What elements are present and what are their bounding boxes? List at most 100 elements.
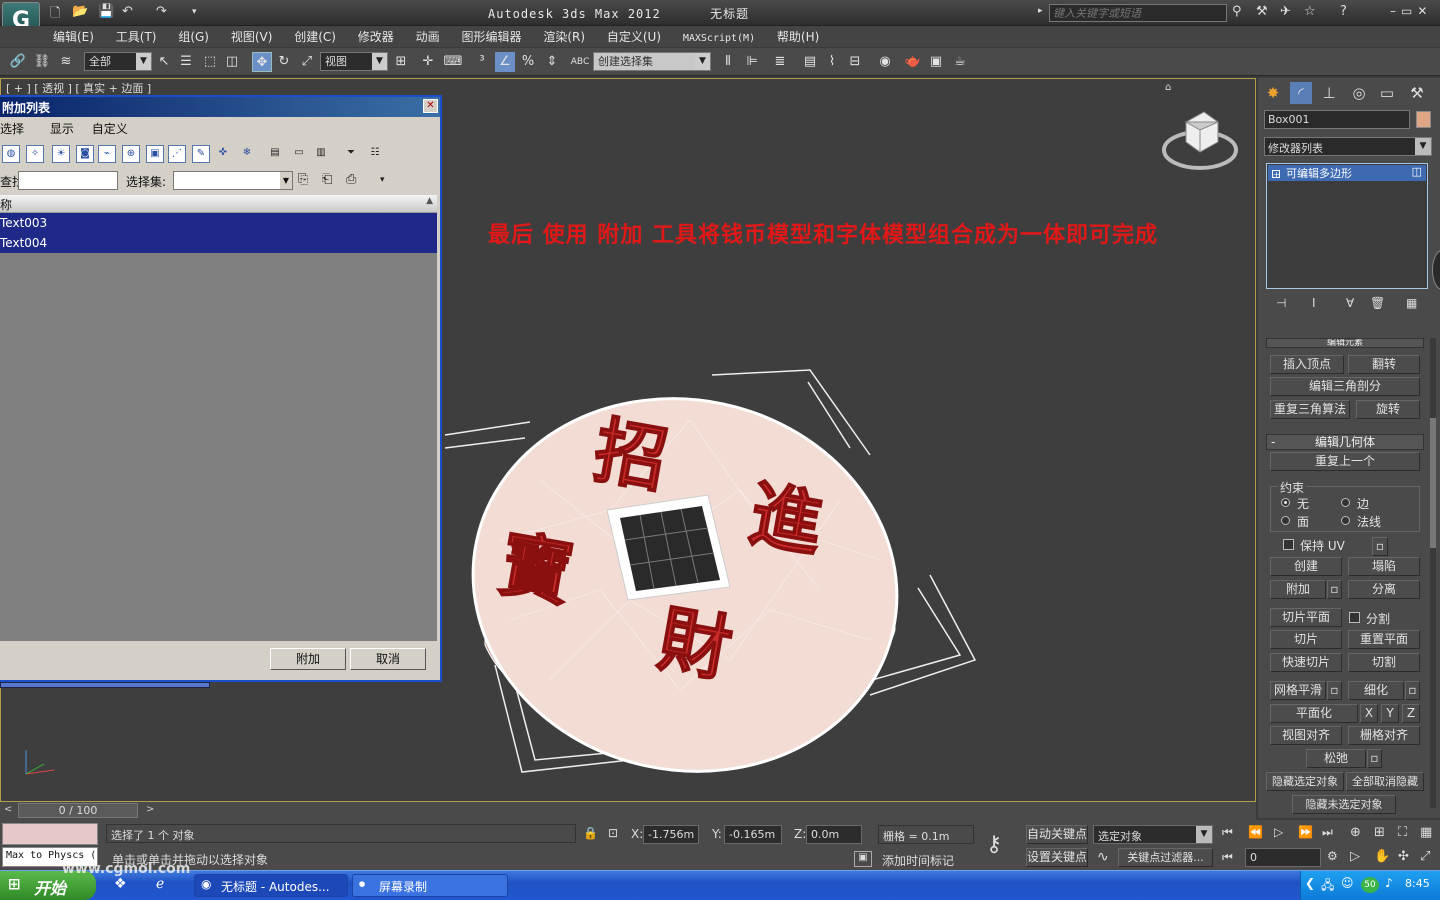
menu-views[interactable]: 视图(V)	[222, 26, 282, 47]
window-crossing-icon[interactable]: ◫	[222, 52, 242, 72]
constraint-none-radio[interactable]	[1281, 498, 1290, 507]
selset-edit-icon[interactable]: ⎘	[298, 172, 308, 187]
save-icon[interactable]: 💾	[98, 4, 114, 19]
flip-button[interactable]: 翻转	[1348, 355, 1420, 374]
detach-button[interactable]: 分离	[1348, 580, 1420, 599]
snaps-toggle-icon[interactable]: ³	[472, 52, 492, 72]
containers-filter-icon[interactable]: ✜	[214, 145, 232, 163]
select-object-icon[interactable]: ↖	[154, 52, 174, 72]
material-editor-icon[interactable]: ◉	[875, 52, 895, 72]
grid-align-button[interactable]: 栅格对齐	[1348, 726, 1420, 745]
stack-item-editable-poly[interactable]: + 可编辑多边形 ◫	[1268, 165, 1426, 181]
spinner-snap-icon[interactable]: ⇕	[542, 52, 562, 72]
rollout-edit-geometry[interactable]: - 编辑几何体	[1266, 434, 1424, 450]
field-of-view-icon[interactable]: ▷	[1350, 849, 1360, 864]
select-move-icon[interactable]: ✥	[252, 52, 272, 72]
cameras-filter-icon[interactable]: ◙	[76, 145, 94, 163]
binoculars-icon[interactable]: ⚲	[1232, 4, 1242, 19]
redo-icon[interactable]: ↷	[156, 4, 167, 19]
render-production-icon[interactable]: ☕	[950, 52, 970, 72]
edit-named-sel-icon[interactable]: ABC	[570, 52, 590, 72]
taskbar-3dsmax[interactable]: ◉ 无标题 - Autodes...	[194, 874, 348, 897]
cut-button[interactable]: 切割	[1348, 653, 1420, 672]
slice-plane-button[interactable]: 切片平面	[1270, 608, 1342, 627]
zoom-all-icon[interactable]: ⊞	[1374, 825, 1385, 840]
remove-modifier-icon[interactable]: 🗑	[1370, 296, 1385, 310]
bind-spacewarp-icon[interactable]: ≋	[56, 52, 76, 72]
modify-tab-icon[interactable]: ◜	[1290, 82, 1312, 104]
command-panel-scrollbar[interactable]	[1430, 338, 1436, 808]
volume-icon[interactable]: ♪	[1385, 876, 1393, 890]
split-checkbox[interactable]	[1349, 612, 1360, 623]
selset-remove-icon[interactable]: ⎙	[346, 172, 356, 187]
curve-editor-icon[interactable]: ⌇	[822, 52, 842, 72]
expand-arrow-icon[interactable]: ▸	[1038, 6, 1043, 16]
helpers-filter-icon[interactable]: ⌁	[98, 145, 116, 163]
turn-button[interactable]: 旋转	[1356, 400, 1420, 419]
key-mode-dropdown[interactable]: 选定对象 ▼	[1093, 825, 1213, 844]
align-icon[interactable]: ⊫	[742, 52, 762, 72]
relax-button[interactable]: 松弛	[1306, 749, 1366, 768]
modifier-list-dropdown[interactable]: 修改器列表 ▼	[1264, 137, 1432, 156]
open-file-icon[interactable]: 📂	[72, 4, 88, 19]
find-input[interactable]	[18, 171, 118, 190]
unhide-all-button[interactable]: 全部取消隐藏	[1346, 772, 1424, 791]
menu-modifiers[interactable]: 修改器	[349, 26, 403, 47]
next-key-icon[interactable]: ⏩	[1298, 825, 1313, 839]
new-file-icon[interactable]: 🗋	[50, 4, 60, 26]
graphite-icon[interactable]: ▤	[800, 52, 820, 72]
select-invert-icon[interactable]: ▥	[312, 145, 330, 163]
unlink-icon[interactable]: ⛓	[32, 52, 52, 72]
tessellate-button[interactable]: 细化	[1348, 681, 1404, 700]
coin-model[interactable]: 招 進 財 寶	[440, 360, 1000, 790]
reference-coord-dropdown[interactable]: 视图 ▼	[320, 52, 388, 71]
set-key-button[interactable]: 设置关键点	[1026, 848, 1088, 867]
planar-x-button[interactable]: X	[1360, 704, 1378, 723]
menu-edit[interactable]: 编辑(E)	[44, 26, 103, 47]
current-frame-field[interactable]: 0	[1245, 848, 1321, 867]
percent-snap-icon[interactable]: %	[518, 52, 538, 72]
planar-y-button[interactable]: Y	[1381, 704, 1399, 723]
angle-snap-icon[interactable]: ∠	[495, 52, 515, 72]
zoom-extents-icon[interactable]: ⛶	[1398, 825, 1407, 840]
star-icon[interactable]: ☆	[1304, 4, 1316, 19]
attach-ok-button[interactable]: 附加	[270, 648, 346, 670]
attach-list-button[interactable]: ▫	[1327, 580, 1342, 599]
create-button[interactable]: 创建	[1270, 557, 1342, 576]
keyboard-shortcut-icon[interactable]: ⌨	[443, 52, 463, 72]
spacewarps-filter-icon[interactable]: ⊕	[122, 145, 140, 163]
frozen-filter-icon[interactable]: ❄	[238, 145, 256, 163]
hierarchy-tab-icon[interactable]: ⊥	[1318, 82, 1340, 104]
xrefs-filter-icon[interactable]: ⋰	[168, 145, 186, 163]
zoom-icon[interactable]: ⊕	[1350, 825, 1361, 840]
slice-button[interactable]: 切片	[1270, 630, 1342, 649]
edit-triangulation-button[interactable]: 编辑三角剖分	[1270, 377, 1420, 396]
more-arrow-icon[interactable]: ▾	[380, 175, 385, 185]
tools-icon[interactable]: ⚒	[1256, 4, 1268, 19]
bones-filter-icon[interactable]: ✎	[192, 145, 210, 163]
selection-lock-icon[interactable]: 🔒	[583, 826, 598, 840]
relax-settings-button[interactable]: ▫	[1367, 749, 1382, 768]
layer-manager-icon[interactable]: ≣	[770, 52, 790, 72]
undo-icon[interactable]: ↶	[122, 4, 133, 19]
select-none-icon[interactable]: ▭	[290, 145, 308, 163]
taskbar-screen-record[interactable]: ⏺ 屏幕录制	[352, 874, 508, 897]
search-input[interactable]	[1049, 4, 1227, 22]
dialog-menu-display[interactable]: 显示	[50, 117, 84, 140]
filter-options-icon[interactable]: ☷	[366, 145, 384, 163]
security-icon[interactable]: ☺	[1341, 876, 1354, 890]
tray-badge[interactable]: 50	[1361, 877, 1379, 893]
cancel-button[interactable]: 取消	[350, 648, 426, 670]
menu-help[interactable]: 帮助(H)	[768, 26, 828, 47]
dialog-menu-select[interactable]: 选择	[0, 117, 34, 140]
hide-selected-button[interactable]: 隐藏选定对象	[1266, 772, 1344, 791]
tray-arrow-icon[interactable]: ❮	[1305, 876, 1315, 890]
play-icon[interactable]: ▷	[1274, 825, 1283, 839]
key-mode-toggle-icon[interactable]: ⏮	[1222, 850, 1233, 865]
selset-add-icon[interactable]: ⎗	[322, 172, 332, 187]
maximize-viewport-icon[interactable]: ⤢	[1420, 849, 1430, 864]
close-icon[interactable]: ✕	[423, 99, 438, 113]
mirror-icon[interactable]: ⫴	[718, 52, 738, 72]
stack-mode-icon[interactable]: ◫	[1412, 165, 1422, 178]
prev-frame-icon[interactable]: <	[4, 804, 12, 815]
